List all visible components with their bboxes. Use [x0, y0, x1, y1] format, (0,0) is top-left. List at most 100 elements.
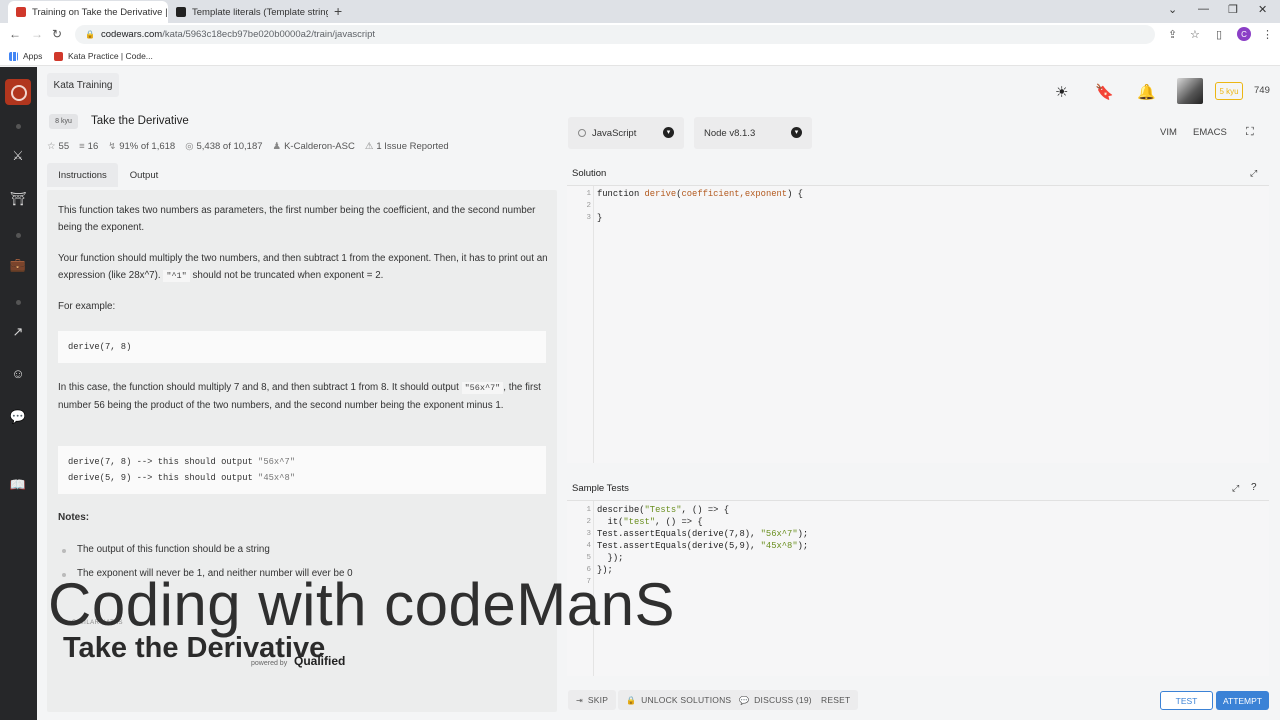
- runtime-select[interactable]: Node v8.1.3 ▾: [694, 117, 812, 149]
- example-code-block: derive(7, 8) --> this should output "56x…: [58, 446, 546, 494]
- side-panel-icon[interactable]: ▯: [1216, 28, 1222, 41]
- fullscreen-icon[interactable]: ⛶: [1246, 126, 1254, 139]
- expand-tests-icon[interactable]: ⤢: [1232, 483, 1239, 494]
- powered-by-label: powered by: [251, 660, 288, 667]
- restore-icon[interactable]: ❐: [1228, 3, 1238, 16]
- line-number: 5: [586, 554, 591, 562]
- minimize-icon[interactable]: —: [1198, 3, 1209, 15]
- code-line: Test.assertEquals(derive(5,9), "45x^8");: [597, 541, 809, 551]
- browser-tab-codewars[interactable]: Training on Take the Derivative | ✕: [8, 1, 168, 23]
- qualified-logo: Qualified: [294, 654, 346, 668]
- vim-mode-toggle[interactable]: VIM: [1160, 127, 1177, 138]
- code-line: function derive(coefficient,exponent) {: [597, 189, 803, 199]
- lock-icon: 🔒: [626, 695, 637, 705]
- discord-icon[interactable]: ☺: [9, 365, 27, 383]
- user-avatar[interactable]: [1177, 78, 1203, 104]
- chat-icon: 💬: [739, 695, 750, 705]
- close-window-icon[interactable]: ✕: [1258, 3, 1267, 16]
- language-icon: [578, 129, 586, 137]
- help-icon[interactable]: ?: [1251, 482, 1257, 493]
- profile-avatar[interactable]: C: [1237, 27, 1251, 41]
- mdn-favicon-icon: [176, 7, 186, 17]
- reload-icon[interactable]: ↻: [52, 27, 62, 41]
- note-item: The output of this function should be a …: [62, 544, 270, 555]
- expand-solution-icon[interactable]: ⤢: [1250, 168, 1257, 179]
- theme-sun-icon[interactable]: ☀: [1055, 83, 1068, 101]
- bookmark-apps[interactable]: Apps: [9, 51, 42, 61]
- tab-instructions[interactable]: Instructions: [47, 163, 118, 187]
- line-number: 2: [586, 518, 591, 526]
- bookmark-star-icon[interactable]: ☆: [1190, 28, 1200, 41]
- completed-stat: ◎ 5,438 of 10,187: [185, 141, 263, 152]
- description-paragraph: Your function should multiply the two nu…: [58, 253, 548, 282]
- tab-output[interactable]: Output: [119, 163, 169, 187]
- url-host: codewars.com: [100, 29, 163, 40]
- star-icon: ☆: [47, 141, 56, 152]
- tab-title: Template literals (Template string: [192, 6, 328, 18]
- line-number: 4: [586, 542, 591, 550]
- share-icon[interactable]: ⇪: [1168, 28, 1177, 41]
- channel-watermark: Coding with codeManS: [48, 571, 676, 638]
- discuss-button[interactable]: 💬 DISCUSS (19): [731, 690, 820, 710]
- warning-icon: ⚠: [364, 141, 374, 152]
- browser-tab-mdn[interactable]: Template literals (Template string ✕: [168, 1, 328, 23]
- line-number: 1: [586, 506, 591, 514]
- code-line: Test.assertEquals(derive(7,8), "56x^7");: [597, 529, 809, 539]
- solution-editor[interactable]: 1 2 3 function derive(coefficient,expone…: [567, 185, 1269, 463]
- kata-title: Take the Derivative: [91, 115, 189, 127]
- target-icon: ◎: [185, 141, 194, 152]
- back-icon[interactable]: ←: [9, 27, 21, 41]
- code-line: it("test", () => {: [597, 517, 703, 527]
- bookmark-kata-practice[interactable]: Kata Practice | Code...: [54, 51, 153, 61]
- line-number: 3: [586, 530, 591, 538]
- thumbs-icon: ↯: [108, 141, 117, 152]
- apps-grid-icon: [9, 51, 18, 61]
- notifications-bell-icon[interactable]: 🔔: [1137, 83, 1156, 101]
- code-line: }: [597, 213, 603, 223]
- rail-dot: [16, 124, 21, 129]
- language-value: JavaScript: [592, 127, 637, 139]
- skip-button[interactable]: ⇥ SKIP: [568, 690, 617, 710]
- code-line: describe("Tests", () => {: [597, 505, 729, 515]
- collections-stat: ≡ 16: [79, 141, 99, 152]
- description-paragraph: In this case, the function should multip…: [58, 382, 541, 411]
- sample-tests-title: Sample Tests: [572, 483, 629, 494]
- app-sidebar: ⚔ ⛩ 💼 ↗ ☺ 💬 📖: [0, 67, 37, 720]
- browser-tabstrip: Training on Take the Derivative | ✕ Temp…: [0, 0, 1280, 23]
- practice-icon[interactable]: ⚔: [9, 147, 27, 165]
- rail-dot: [16, 300, 21, 305]
- code-line: });: [597, 553, 624, 563]
- bookmark-icon[interactable]: 🔖: [1095, 83, 1114, 101]
- docs-book-icon[interactable]: 📖: [9, 476, 27, 494]
- forward-icon[interactable]: →: [31, 27, 43, 41]
- emacs-mode-toggle[interactable]: EMACS: [1193, 127, 1227, 138]
- forum-icon[interactable]: 💬: [9, 408, 27, 426]
- satisfaction-stat: ↯ 91% of 1,618: [108, 141, 176, 152]
- dojo-icon[interactable]: ⛩: [9, 190, 27, 208]
- leaderboard-icon[interactable]: ↗: [9, 323, 27, 341]
- runtime-value: Node v8.1.3: [704, 127, 756, 139]
- test-button[interactable]: TEST: [1160, 691, 1213, 710]
- codewars-logo-icon[interactable]: [5, 79, 31, 105]
- solution-title: Solution: [572, 168, 607, 179]
- tab-search-icon[interactable]: ⌄: [1168, 3, 1177, 16]
- stars-stat[interactable]: ☆ 55: [47, 141, 69, 153]
- line-number: 1: [586, 190, 591, 198]
- new-tab-icon[interactable]: +: [334, 3, 342, 19]
- language-select[interactable]: JavaScript ▾: [568, 117, 684, 149]
- url-input[interactable]: 🔒 codewars.com/kata/5963c18ecb97be020b00…: [75, 25, 1155, 44]
- tab-title: Training on Take the Derivative |: [32, 6, 168, 18]
- unlock-solutions-button[interactable]: 🔒 UNLOCK SOLUTIONS: [618, 690, 740, 710]
- author-link[interactable]: ♟ K-Calderon-ASC: [273, 141, 355, 153]
- issues-link[interactable]: ⚠ 1 Issue Reported: [365, 141, 449, 153]
- line-number: 3: [586, 214, 591, 222]
- menu-kebab-icon[interactable]: ⋮: [1262, 28, 1273, 41]
- description-paragraph: This function takes two numbers as param…: [58, 205, 536, 233]
- skip-icon: ⇥: [576, 695, 583, 705]
- briefcase-icon[interactable]: 💼: [9, 256, 27, 274]
- attempt-button[interactable]: ATTEMPT: [1216, 691, 1269, 710]
- reset-button[interactable]: RESET: [813, 690, 859, 710]
- rail-dot: [16, 233, 21, 238]
- lock-icon: 🔒: [85, 30, 95, 39]
- inline-code: "56x^7": [461, 382, 504, 394]
